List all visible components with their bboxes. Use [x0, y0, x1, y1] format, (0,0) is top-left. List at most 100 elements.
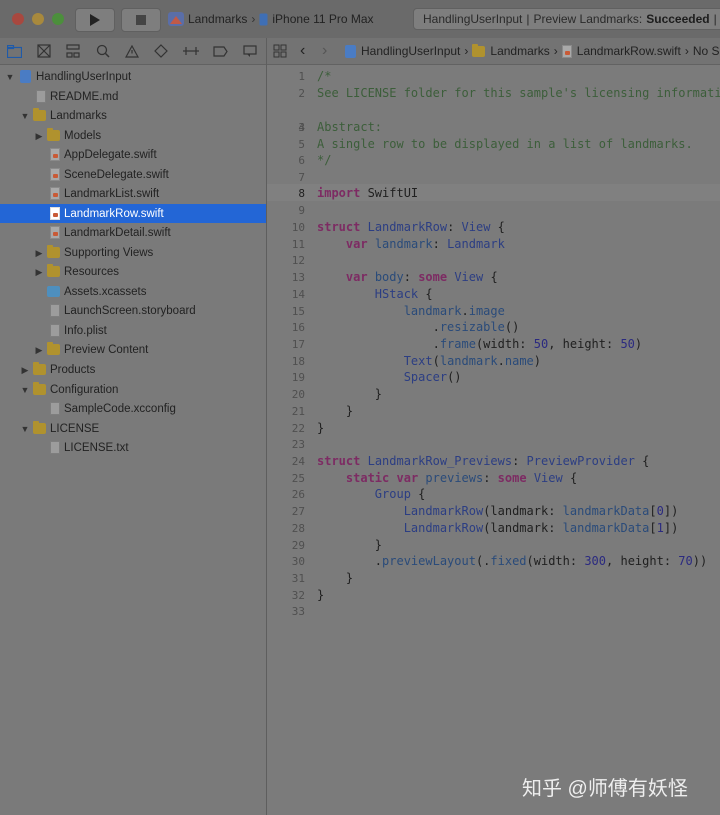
disclosure-open-icon[interactable]: ▼ [20, 424, 30, 434]
tree-item-license-folder[interactable]: ▼ LICENSE [0, 419, 266, 438]
tree-item-scenedelegate[interactable]: SceneDelegate.swift [0, 165, 266, 184]
source-editor[interactable]: 1 /* 2 See LICENSE folder for this sampl… [267, 65, 720, 815]
disclosure-closed-icon[interactable]: ▶ [34, 267, 44, 277]
code-line-15[interactable]: landmark.image [317, 304, 505, 318]
disclosure-open-icon[interactable]: ▼ [20, 111, 30, 121]
tree-item-infoplist[interactable]: Info.plist [0, 321, 266, 340]
jump-bar-selection[interactable]: No S [693, 44, 720, 58]
code-line-24[interactable]: struct LandmarkRow_Previews: PreviewProv… [317, 454, 649, 468]
code-line-31[interactable]: } [317, 571, 353, 585]
disclosure-open-icon[interactable]: ▼ [20, 385, 30, 395]
code-line-10[interactable]: struct LandmarkRow: View { [317, 220, 505, 234]
chevron-right-icon: › [251, 12, 256, 26]
breakpoint-icon [212, 45, 228, 57]
tree-item-supporting-views[interactable]: ▶ Supporting Views [0, 243, 266, 262]
code-line-30[interactable]: .previewLayout(.fixed(width: 300, height… [317, 554, 707, 568]
tree-item-license-txt[interactable]: LICENSE.txt [0, 438, 266, 457]
code-line-1[interactable]: /* [317, 69, 331, 83]
code-line-17[interactable]: .frame(width: 50, height: 50) [317, 337, 643, 351]
line-number: 8 [298, 187, 305, 200]
tree-item-models[interactable]: ▶ Models [0, 126, 266, 145]
tree-item-label: SampleCode.xcconfig [64, 402, 176, 415]
code-line-4[interactable]: Abstract: [317, 120, 382, 134]
code-line-19[interactable]: Spacer() [317, 370, 462, 384]
disclosure-closed-icon[interactable]: ▶ [34, 248, 44, 258]
zoom-window-button[interactable] [52, 13, 64, 25]
tree-item-samplecode-xcconfig[interactable]: SampleCode.xcconfig [0, 399, 266, 418]
code-line-21[interactable]: } [317, 404, 353, 418]
tree-item-preview-content[interactable]: ▶ Preview Content [0, 340, 266, 359]
code-line-26[interactable]: Group { [317, 487, 426, 501]
code-line-13[interactable]: var body: some View { [317, 270, 498, 284]
disclosure-closed-icon[interactable]: ▶ [34, 345, 44, 355]
line-number: 26 [291, 488, 305, 501]
project-file-icon [20, 70, 31, 83]
code-line-32[interactable]: } [317, 588, 324, 602]
code-line-8[interactable]: import SwiftUI [317, 186, 418, 200]
tree-item-launchscreen[interactable]: LaunchScreen.storyboard [0, 301, 266, 320]
code-line-29[interactable]: } [317, 538, 382, 552]
disclosure-closed-icon[interactable]: ▶ [20, 365, 30, 375]
tree-item-label: LICENSE [50, 422, 100, 435]
tree-item-landmarklist[interactable]: LandmarkList.swift [0, 184, 266, 203]
code-line-27[interactable]: LandmarkRow(landmark: landmarkData[0]) [317, 504, 679, 518]
test-navigator-tab[interactable] [153, 43, 169, 59]
source-control-icon [37, 44, 51, 58]
code-line-2[interactable]: See LICENSE folder for this sample's lic… [317, 86, 720, 100]
forward-button[interactable]: › [322, 38, 327, 64]
breakpoint-navigator-tab[interactable] [212, 43, 228, 59]
source-control-navigator-tab[interactable] [36, 43, 52, 59]
tree-item-resources[interactable]: ▶ Resources [0, 262, 266, 281]
code-line-22[interactable]: } [317, 421, 324, 435]
disclosure-closed-icon[interactable]: ▶ [34, 131, 44, 141]
find-navigator-tab[interactable] [95, 43, 111, 59]
folder-icon [33, 382, 46, 395]
storyboard-file-icon [50, 304, 60, 317]
related-items-button[interactable] [273, 38, 287, 64]
swift-file-icon [50, 226, 60, 239]
tree-item-label: LandmarkRow.swift [64, 207, 164, 220]
scheme-selector[interactable]: Landmarks › iPhone 11 Pro Max [168, 8, 374, 30]
project-navigator-tab[interactable] [6, 43, 22, 59]
text-file-icon [50, 441, 60, 454]
code-line-25[interactable]: static var previews: some View { [317, 471, 577, 485]
tree-item-assets[interactable]: Assets.xcassets [0, 282, 266, 301]
tree-item-label: Models [64, 129, 102, 142]
tree-item-products[interactable]: ▶ Products [0, 360, 266, 379]
debug-navigator-tab[interactable] [183, 43, 199, 59]
code-line-16[interactable]: .resizable() [317, 320, 520, 334]
run-button[interactable] [75, 8, 115, 32]
jump-bar-project[interactable]: HandlingUserInput [361, 44, 460, 58]
status-result: Succeeded [646, 12, 710, 26]
tree-item-label: AppDelegate.swift [64, 148, 157, 161]
tree-item-landmarkdetail[interactable]: LandmarkDetail.swift [0, 223, 266, 242]
jump-bar-group[interactable]: Landmarks [490, 44, 549, 58]
code-line-11[interactable]: var landmark: Landmark [317, 237, 505, 251]
jump-bar-path[interactable]: HandlingUserInput › Landmarks › Landmark… [345, 38, 720, 64]
report-navigator-tab[interactable] [242, 43, 258, 59]
code-line-14[interactable]: HStack { [317, 287, 433, 301]
swift-file-icon [50, 168, 60, 181]
close-window-button[interactable] [12, 13, 24, 25]
disclosure-open-icon[interactable]: ▼ [5, 72, 15, 82]
tree-item-handlinguserinput[interactable]: ▼ HandlingUserInput [0, 67, 266, 86]
tree-item-landmarkrow-selected[interactable]: LandmarkRow.swift [0, 204, 266, 223]
code-line-28[interactable]: LandmarkRow(landmark: landmarkData[1]) [317, 521, 679, 535]
stop-button[interactable] [121, 8, 161, 32]
minimize-window-button[interactable] [32, 13, 44, 25]
tree-item-configuration[interactable]: ▼ Configuration [0, 380, 266, 399]
tree-item-landmarks[interactable]: ▼ Landmarks [0, 106, 266, 125]
code-line-20[interactable]: } [317, 387, 382, 401]
tree-item-label: Info.plist [64, 324, 107, 337]
folder-icon [472, 43, 486, 57]
code-line-6[interactable]: */ [317, 153, 331, 167]
code-line-18[interactable]: Text(landmark.name) [317, 354, 541, 368]
swift-file-icon [561, 44, 572, 58]
code-line-5[interactable]: A single row to be displayed in a list o… [317, 137, 693, 151]
issue-navigator-tab[interactable] [124, 43, 140, 59]
back-button[interactable]: ‹ [300, 38, 305, 64]
jump-bar-file[interactable]: LandmarkRow.swift [577, 44, 681, 58]
tree-item-appdelegate[interactable]: AppDelegate.swift [0, 145, 266, 164]
symbol-navigator-tab[interactable] [65, 43, 81, 59]
tree-item-readme[interactable]: README.md [0, 87, 266, 106]
